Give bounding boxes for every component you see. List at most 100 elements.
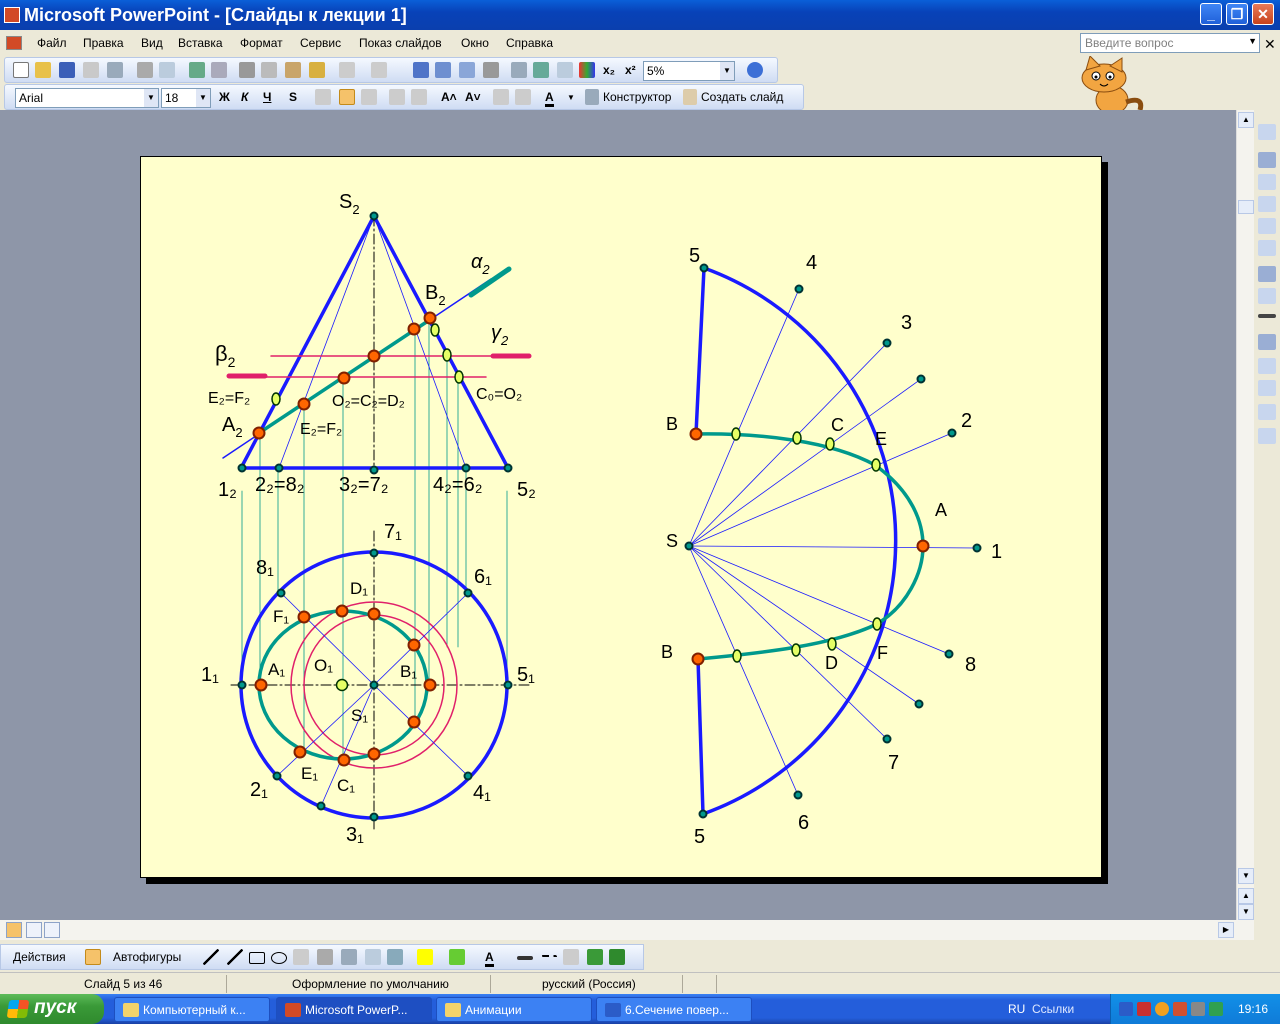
horizontal-scrollbar[interactable]: ▶	[0, 920, 1254, 940]
print-icon[interactable]	[137, 62, 153, 78]
compress-icon[interactable]	[1258, 288, 1276, 304]
maximize-button[interactable]: ❐	[1226, 3, 1248, 25]
font-color-icon[interactable]: A	[485, 950, 494, 967]
fill-color-icon[interactable]	[417, 949, 433, 965]
italic-button[interactable]: К	[241, 90, 248, 104]
tables-borders-icon[interactable]	[459, 62, 475, 78]
help-search-input[interactable]: Введите вопрос ▼	[1080, 33, 1260, 53]
start-button[interactable]: пуск	[0, 994, 104, 1024]
align-icon[interactable]	[1258, 266, 1276, 282]
input-language-indicator[interactable]: RU	[1008, 1002, 1025, 1016]
open-icon[interactable]	[35, 62, 51, 78]
rectangle-icon[interactable]	[249, 952, 265, 964]
rotate-icon[interactable]	[1258, 240, 1276, 256]
chevron-down-icon[interactable]: ▼	[144, 89, 158, 107]
expand-icon[interactable]	[511, 62, 527, 78]
menu-tools[interactable]: Сервис	[300, 36, 341, 50]
taskbar-item-powerpoint[interactable]: Microsoft PowerP...	[276, 997, 432, 1022]
increase-indent-icon[interactable]	[515, 89, 531, 105]
undo-icon[interactable]	[339, 62, 355, 78]
shadow-style-icon[interactable]	[587, 949, 603, 965]
scroll-right-icon[interactable]: ▶	[1218, 922, 1234, 938]
superscript-icon[interactable]: x²	[625, 63, 636, 77]
network-icon[interactable]	[1119, 1002, 1133, 1016]
paste-icon[interactable]	[285, 62, 301, 78]
oval-icon[interactable]	[271, 952, 287, 964]
menu-insert[interactable]: Вставка	[178, 36, 223, 50]
dash-style-icon[interactable]	[541, 955, 557, 963]
antivirus-icon[interactable]	[1137, 1002, 1151, 1016]
insert-picture-icon[interactable]	[387, 949, 403, 965]
email-icon[interactable]	[107, 62, 123, 78]
print-preview-icon[interactable]	[159, 62, 175, 78]
show-formatting-icon[interactable]	[533, 62, 549, 78]
cut-icon[interactable]	[239, 62, 255, 78]
zoom-select[interactable]: 5% ▼	[643, 61, 735, 81]
textbox-icon[interactable]	[293, 949, 309, 965]
arrow-style-icon[interactable]	[563, 949, 579, 965]
scroll-thumb[interactable]	[1238, 200, 1254, 214]
research-icon[interactable]	[211, 62, 227, 78]
font-color-icon[interactable]: A	[545, 90, 554, 107]
chevron-down-icon[interactable]: ▼	[567, 93, 575, 102]
font-name-select[interactable]: Arial ▼	[15, 88, 159, 108]
new-icon[interactable]	[13, 62, 29, 78]
bold-button[interactable]: Ж	[219, 90, 230, 104]
menu-help[interactable]: Справка	[506, 36, 553, 50]
contrast-icon[interactable]	[1258, 174, 1276, 190]
scroll-up-icon[interactable]: ▲	[1238, 112, 1254, 128]
3d-style-icon[interactable]	[609, 949, 625, 965]
menu-format[interactable]: Формат	[240, 36, 283, 50]
pen-icon[interactable]	[1258, 404, 1276, 420]
diagram-icon[interactable]	[341, 949, 357, 965]
bullets-icon[interactable]	[411, 89, 427, 105]
select-pointer-icon[interactable]	[85, 949, 101, 965]
increase-font-icon[interactable]: A˄	[441, 90, 457, 104]
save-icon[interactable]	[59, 62, 75, 78]
copy-icon[interactable]	[261, 62, 277, 78]
underline-button[interactable]: Ч	[263, 90, 271, 104]
minimize-button[interactable]: _	[1200, 3, 1222, 25]
numbering-icon[interactable]	[389, 89, 405, 105]
more-icon[interactable]	[1258, 428, 1276, 444]
wordart-icon[interactable]	[317, 949, 333, 965]
taskbar-item-computer[interactable]: Компьютерный к...	[114, 997, 270, 1022]
decrease-indent-icon[interactable]	[493, 89, 509, 105]
color-grayscale-icon[interactable]	[579, 62, 595, 78]
crop-icon[interactable]	[1258, 218, 1276, 234]
links-toolbar[interactable]: Ссылки	[1032, 1002, 1074, 1016]
redo-icon[interactable]	[371, 62, 387, 78]
menu-edit[interactable]: Правка	[83, 36, 124, 50]
layout-icon[interactable]	[1258, 152, 1276, 168]
line-style-icon[interactable]	[1258, 314, 1276, 318]
media-icon[interactable]	[1173, 1002, 1187, 1016]
close-document-icon[interactable]: ✕	[1264, 36, 1276, 53]
help-icon[interactable]	[747, 62, 763, 78]
actions-menu[interactable]: Действия	[13, 950, 66, 964]
transparency-icon[interactable]	[1258, 358, 1276, 374]
line-icon[interactable]	[203, 949, 219, 965]
shadow-button[interactable]: S	[289, 90, 297, 104]
hyperlink-icon[interactable]	[483, 62, 499, 78]
slide-sorter-icon[interactable]	[26, 922, 42, 938]
menu-view[interactable]: Вид	[141, 36, 163, 50]
normal-view-icon[interactable]	[6, 922, 22, 938]
table-icon[interactable]	[435, 62, 451, 78]
picture-icon[interactable]	[1258, 124, 1276, 140]
format-painter-icon[interactable]	[309, 62, 325, 78]
powerpoint-app-icon[interactable]	[4, 7, 20, 23]
line-color-icon[interactable]	[449, 949, 465, 965]
spelling-icon[interactable]	[189, 62, 205, 78]
decrease-font-icon[interactable]: A˅	[465, 90, 481, 104]
permission-icon[interactable]	[83, 62, 99, 78]
subscript-icon[interactable]: x₂	[603, 63, 615, 77]
menu-slideshow[interactable]: Показ слайдов	[359, 36, 442, 50]
menu-file[interactable]: Файл	[37, 36, 67, 50]
close-button[interactable]: ✕	[1252, 3, 1274, 25]
chart-icon[interactable]	[413, 62, 429, 78]
volume-icon[interactable]	[1191, 1002, 1205, 1016]
brightness-icon[interactable]	[1258, 196, 1276, 212]
chevron-down-icon[interactable]: ▼	[720, 62, 734, 80]
previous-slide-icon[interactable]: ▲	[1238, 888, 1254, 904]
menu-window[interactable]: Окно	[461, 36, 489, 50]
